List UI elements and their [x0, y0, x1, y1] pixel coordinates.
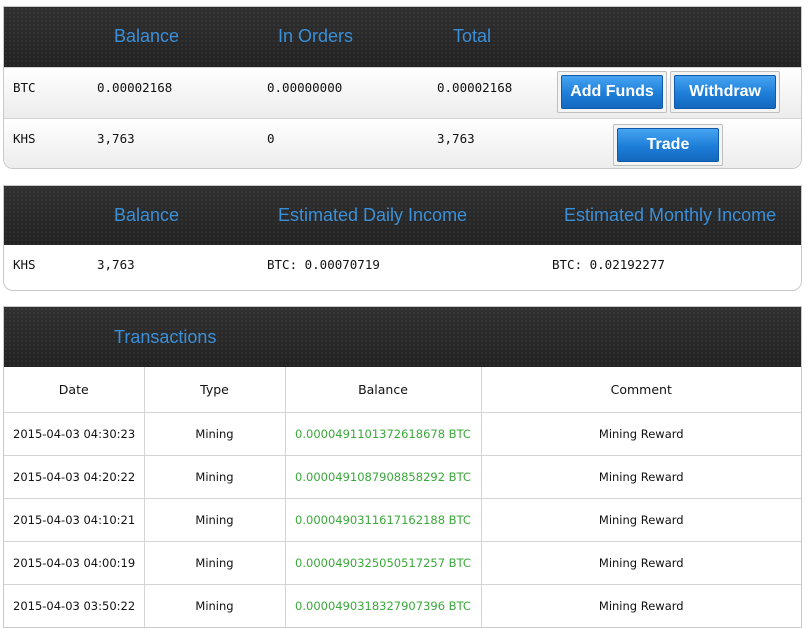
- table-row: 2015-04-03 04:30:23 Mining 0.00004911013…: [4, 412, 801, 456]
- balance-value: 3,763: [97, 257, 135, 272]
- monthly-income-header: Estimated Monthly Income: [564, 205, 777, 225]
- total-column-header: Total: [453, 26, 492, 46]
- daily-income-value: BTC: 0.00070719: [267, 257, 380, 272]
- in-orders-value: 0: [267, 131, 275, 146]
- tx-comment: Mining Reward: [481, 412, 801, 456]
- tx-balance: 0.0000490318327907396 BTC: [285, 584, 482, 627]
- transactions-panel: Transactions Date Type Balance Comment 2…: [3, 306, 802, 628]
- withdraw-button-frame: Withdraw: [670, 71, 780, 113]
- trade-button-frame: Trade: [613, 124, 723, 166]
- balance-column-header: Balance: [285, 367, 482, 413]
- tx-balance: 0.0000490325050517257 BTC: [285, 541, 482, 585]
- type-column-header: Type: [144, 367, 286, 413]
- table-row: 2015-04-03 04:20:22 Mining 0.00004910879…: [4, 455, 801, 499]
- in-orders-column-header: In Orders: [278, 26, 354, 46]
- income-balance-header: Balance: [114, 205, 180, 225]
- date-column-header: Date: [4, 367, 145, 413]
- tx-type: Mining: [144, 455, 286, 499]
- income-header: Balance Estimated Daily Income Estimated…: [4, 186, 801, 245]
- balances-panel: Balance In Orders Total BTC 0.00002168 0…: [3, 6, 802, 169]
- currency-label: KHS: [13, 257, 36, 272]
- income-row-khs: KHS 3,763 BTC: 0.00070719 BTC: 0.0219227…: [4, 245, 801, 289]
- comment-column-header: Comment: [481, 367, 801, 413]
- income-panel: Balance Estimated Daily Income Estimated…: [3, 185, 802, 291]
- withdraw-button[interactable]: Withdraw: [674, 75, 776, 109]
- in-orders-value: 0.00000000: [267, 80, 343, 95]
- tx-comment: Mining Reward: [481, 455, 801, 499]
- total-value: 3,763: [437, 131, 475, 146]
- tx-date: 2015-04-03 04:20:22: [4, 455, 145, 499]
- table-header-row: Date Type Balance Comment: [4, 367, 801, 413]
- tx-comment: Mining Reward: [481, 498, 801, 542]
- tx-date: 2015-04-03 04:30:23: [4, 412, 145, 456]
- tx-date: 2015-04-03 03:50:22: [4, 584, 145, 627]
- tx-balance: 0.0000490311617162188 BTC: [285, 498, 482, 542]
- daily-income-header: Estimated Daily Income: [278, 205, 468, 225]
- balance-column-header: Balance: [114, 26, 180, 46]
- tx-comment: Mining Reward: [481, 584, 801, 627]
- trade-button[interactable]: Trade: [617, 128, 719, 162]
- tx-date: 2015-04-03 04:10:21: [4, 498, 145, 542]
- tx-type: Mining: [144, 498, 286, 542]
- table-row: 2015-04-03 03:50:22 Mining 0.00004903183…: [4, 584, 801, 627]
- tx-type: Mining: [144, 584, 286, 627]
- balance-row-btc: BTC 0.00002168 0.00000000 0.00002168 Add…: [4, 67, 801, 118]
- tx-type: Mining: [144, 541, 286, 585]
- tx-comment: Mining Reward: [481, 541, 801, 585]
- transactions-title: Transactions: [114, 327, 217, 347]
- tx-date: 2015-04-03 04:00:19: [4, 541, 145, 585]
- balances-header: Balance In Orders Total: [4, 7, 801, 67]
- monthly-income-value: BTC: 0.02192277: [552, 257, 665, 272]
- currency-label: BTC: [13, 80, 36, 95]
- balance-value: 3,763: [97, 131, 135, 146]
- add-funds-button[interactable]: Add Funds: [561, 75, 663, 109]
- table-row: 2015-04-03 04:00:19 Mining 0.00004903250…: [4, 541, 801, 585]
- balance-row-khs: KHS 3,763 0 3,763 Trade: [4, 118, 801, 168]
- transactions-table: Date Type Balance Comment 2015-04-03 04:…: [4, 367, 801, 627]
- table-row: 2015-04-03 04:10:21 Mining 0.00004903116…: [4, 498, 801, 542]
- total-value: 0.00002168: [437, 80, 513, 95]
- currency-label: KHS: [13, 131, 36, 146]
- tx-type: Mining: [144, 412, 286, 456]
- add-funds-button-frame: Add Funds: [557, 71, 667, 113]
- tx-balance: 0.0000491087908858292 BTC: [285, 455, 482, 499]
- tx-balance: 0.0000491101372618678 BTC: [285, 412, 482, 456]
- transactions-header: Transactions: [4, 307, 801, 367]
- balance-value: 0.00002168: [97, 80, 173, 95]
